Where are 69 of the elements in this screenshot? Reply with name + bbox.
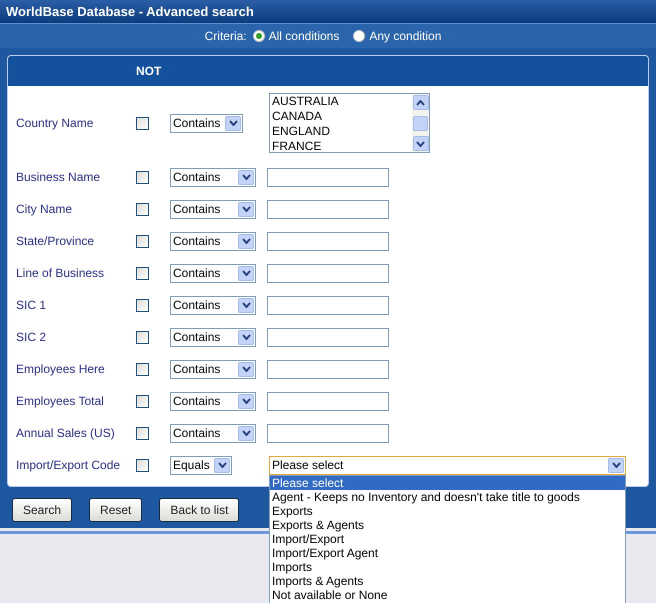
code-dropdown[interactable]: Please select — [269, 456, 626, 474]
operator-dropdown[interactable]: Contains — [170, 264, 256, 282]
operator-dropdown[interactable]: Contains — [170, 232, 256, 250]
criteria-label: Criteria: — [204, 28, 247, 45]
list-option[interactable]: CANADA — [272, 109, 412, 124]
operator-dropdown[interactable]: Equals — [170, 456, 232, 474]
operator-dropdown[interactable]: Contains — [170, 392, 256, 410]
field-label: Line of Business — [15, 265, 106, 282]
window-title: WorldBase Database - Advanced search — [6, 2, 254, 21]
not-column-header: NOT — [136, 63, 162, 80]
text-input-field[interactable] — [267, 360, 389, 378]
dropdown-option[interactable]: Import/Export Agent — [270, 546, 625, 560]
scroll-down-icon — [412, 136, 428, 151]
text-input-field[interactable] — [267, 168, 389, 186]
operator-dropdown[interactable]: Contains — [170, 168, 256, 186]
list-option[interactable]: AUSTRALIA — [272, 94, 412, 109]
criteria-radio[interactable]: All conditions — [252, 27, 340, 45]
list-option[interactable]: ENGLAND — [272, 124, 412, 139]
text-input-field[interactable] — [267, 392, 389, 410]
dropdown-option[interactable]: Exports — [270, 504, 625, 518]
form-button[interactable]: Reset — [89, 498, 142, 522]
country-listbox[interactable]: AUSTRALIA CANADA ENGLAND FRANCE — [269, 93, 430, 153]
not-checkbox[interactable] — [136, 298, 149, 312]
not-checkbox[interactable] — [136, 426, 149, 440]
not-checkbox[interactable] — [136, 202, 149, 216]
not-checkbox[interactable] — [136, 330, 149, 344]
list-option[interactable]: FRANCE — [272, 139, 412, 154]
text-input-field[interactable] — [267, 264, 389, 282]
field-label: SIC 2 — [15, 329, 48, 346]
not-checkbox[interactable] — [136, 394, 149, 408]
dropdown-option[interactable]: Agent - Keeps no Inventory and doesn't take title to goods — [270, 490, 625, 504]
form-button[interactable]: Search — [12, 498, 72, 522]
not-checkbox[interactable] — [136, 362, 149, 376]
not-checkbox[interactable] — [136, 170, 149, 184]
dropdown-option[interactable]: Imports & Agents — [270, 574, 625, 588]
form-button[interactable]: Back to list — [159, 498, 240, 522]
scroll-thumb[interactable] — [413, 116, 428, 130]
text-input-field[interactable] — [267, 424, 389, 442]
dropdown-option[interactable]: Imports — [270, 560, 625, 574]
field-label: Country Name — [15, 115, 94, 132]
field-label: Employees Here — [15, 361, 106, 378]
text-input-field[interactable] — [267, 200, 389, 218]
field-label: Import/Export Code — [15, 457, 122, 474]
dropdown-option[interactable]: Exports & Agents — [270, 518, 625, 532]
scrollbar[interactable] — [412, 94, 429, 152]
dropdown-option[interactable]: Not available or None — [270, 588, 625, 602]
dropdown-option[interactable]: Import/Export — [270, 532, 625, 546]
operator-dropdown[interactable]: Contains — [170, 296, 256, 314]
scroll-up-icon — [412, 95, 428, 110]
not-checkbox[interactable] — [136, 116, 149, 130]
operator-dropdown[interactable]: Contains — [170, 328, 256, 346]
field-label: Annual Sales (US) — [15, 425, 116, 442]
field-label: State/Province — [15, 233, 96, 250]
operator-dropdown[interactable]: Contains — [170, 360, 256, 378]
not-checkbox[interactable] — [136, 458, 149, 472]
text-input-field[interactable] — [267, 232, 389, 250]
text-input-field[interactable] — [267, 296, 389, 314]
field-label: City Name — [15, 201, 74, 218]
not-checkbox[interactable] — [136, 266, 149, 280]
criteria-radio[interactable]: Any condition — [353, 27, 442, 45]
operator-dropdown[interactable]: Contains — [170, 200, 256, 218]
field-label: SIC 1 — [15, 297, 48, 314]
not-checkbox[interactable] — [136, 234, 149, 248]
text-input-field[interactable] — [267, 328, 389, 346]
operator-dropdown[interactable]: Contains — [170, 114, 243, 132]
field-label: Employees Total — [15, 393, 105, 410]
dropdown-option[interactable]: Please select — [270, 476, 625, 490]
field-label: Business Name — [15, 169, 102, 186]
operator-dropdown[interactable]: Contains — [170, 424, 256, 442]
